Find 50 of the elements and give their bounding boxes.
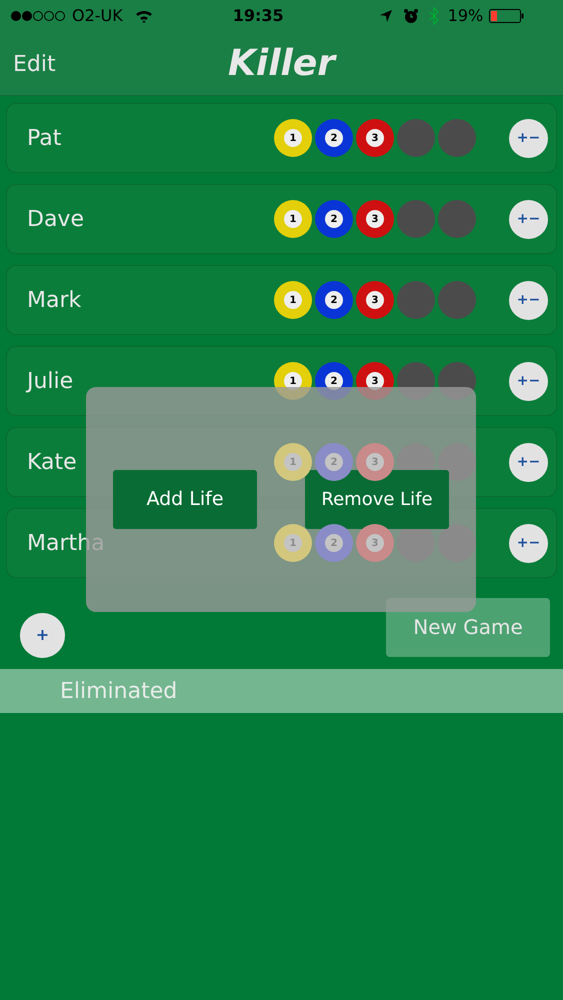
wifi-icon [134,9,153,23]
player-name: Kate [27,448,78,476]
alarm-clock-icon [402,8,419,24]
empty-ball-slot [397,281,435,319]
location-icon [378,9,393,23]
edit-button[interactable]: Edit [13,48,56,80]
player-card[interactable]: Dave 1 2 3 +− [6,184,557,254]
adjust-lives-button[interactable]: +− [509,362,548,400]
app-title: Killer [228,42,336,86]
empty-ball-slot [397,119,435,157]
empty-ball-slot [438,200,476,238]
clock-time: 19:35 [232,5,284,27]
add-player-button[interactable]: + [20,612,65,658]
adjust-lives-button[interactable]: +− [509,200,548,238]
player-name: Dave [27,206,85,234]
ball-number: 2 [325,453,343,471]
add-life-button[interactable]: Add Life [113,470,257,529]
ball-number: 1 [284,129,302,147]
adjust-lives-button[interactable]: +− [509,524,548,562]
ball-number: 3 [366,534,384,552]
player-card[interactable]: Pat 1 2 3 +− [6,103,557,173]
ball-number: 3 [366,453,384,471]
ball-number: 3 [366,291,384,309]
battery-percent: 19% [448,5,484,27]
empty-ball-slot [438,281,476,319]
ball-number: 2 [325,291,343,309]
remove-life-button[interactable]: Remove Life [305,470,449,529]
adjust-lives-button[interactable]: +− [509,118,548,158]
ball-number: 1 [284,210,302,228]
section-header: Eliminated [0,669,563,713]
empty-ball-slot [397,200,435,238]
carrier-name: O2-UK [72,5,123,27]
ball-number: 2 [325,210,343,228]
ball-number: 1 [284,534,302,552]
ball-number: 1 [284,453,302,471]
player-card[interactable]: Mark 1 2 3 +− [6,265,557,335]
ball-number: 2 [325,129,343,147]
adjust-lives-button[interactable]: +− [509,442,548,482]
player-name: Pat [27,124,62,152]
bluetooth-icon [428,7,439,25]
battery-icon [489,9,524,23]
adjust-lives-button[interactable]: +− [509,280,548,320]
ball-number: 3 [366,129,384,147]
ball-number: 1 [284,291,302,309]
ball-number: 2 [325,534,343,552]
signal-icon [10,10,68,22]
ball-number: 3 [366,210,384,228]
empty-ball-slot [438,119,476,157]
player-name: Julie [27,368,74,396]
player-name: Mark [27,286,82,314]
